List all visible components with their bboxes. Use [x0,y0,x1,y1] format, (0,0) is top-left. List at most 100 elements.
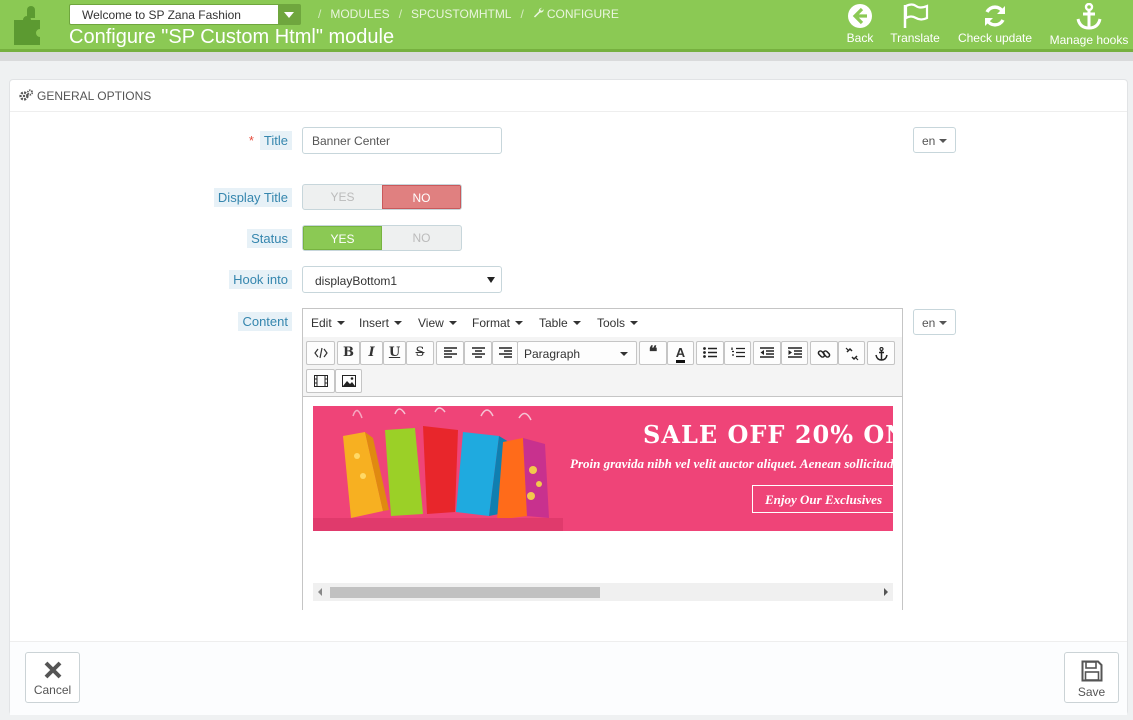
title-language-value: en [922,134,936,148]
status-switch[interactable]: YES NO [302,225,462,251]
banner-button: Enjoy Our Exclusives [752,485,893,513]
breadcrumb-spcustomhtml[interactable]: SPCUSTOMHTML [411,7,511,21]
insert-video-button[interactable] [306,369,335,393]
title-label: Title [259,131,292,150]
display-title-no[interactable]: NO [382,185,461,209]
status-no[interactable]: NO [382,226,461,250]
check-update-label: Check update [957,31,1033,45]
bullet-list-button[interactable] [696,341,724,365]
manage-hooks-label: Manage hooks [1049,33,1129,47]
breadcrumb-configure: CONFIGURE [546,7,619,21]
format-select-value: Paragraph [524,347,581,361]
shopping-bags-image [313,407,563,531]
insert-image-button[interactable] [335,369,362,393]
editor-content-area[interactable]: SALE OFF 20% ON Proin gravida nibh vel v… [303,398,902,610]
save-icon [1081,660,1102,682]
title-language-dropdown[interactable]: en [913,127,956,153]
display-title-yes[interactable]: YES [303,185,382,209]
film-icon [313,375,328,387]
panel-heading: GENERAL OPTIONS [10,80,1127,112]
source-code-button[interactable] [306,341,335,365]
panel-footer: Cancel Save [10,641,1127,715]
caret-down-icon [939,139,947,143]
blockquote-button[interactable]: ❝ [639,341,667,365]
align-right-icon [498,347,512,358]
numbered-list-icon [730,347,745,358]
align-center-button[interactable] [464,341,492,365]
align-left-button[interactable] [436,341,464,365]
hook-label-row: Hook into [229,270,292,289]
page-header: Welcome to SP Zana Fashion / MODULES / S… [0,0,1133,52]
anchor-button[interactable] [867,341,895,365]
title-input-value: Banner Center [312,134,391,148]
caret-down-icon [939,321,947,325]
strikethrough-icon: S [415,345,425,360]
underline-icon: U [388,345,401,360]
outdent-icon [760,347,774,358]
indent-button[interactable] [781,341,808,365]
bold-button[interactable]: B [337,341,360,365]
save-button[interactable]: Save [1064,652,1119,703]
puzzle-icon [14,6,40,45]
hook-label: Hook into [229,270,292,289]
content-language-dropdown[interactable]: en [913,309,956,335]
menu-view[interactable]: View [418,316,457,330]
menu-tools[interactable]: Tools [597,316,638,330]
shop-selector[interactable]: Welcome to SP Zana Fashion [69,4,301,25]
menu-insert[interactable]: Insert [359,316,402,330]
general-options-panel: GENERAL OPTIONS * Title Banner Center en … [9,79,1128,715]
arrow-left-circle-icon [848,4,872,28]
translate-button[interactable]: Translate [887,3,943,47]
manage-hooks-button[interactable]: Manage hooks [1047,3,1131,47]
anchor-icon [874,346,888,361]
chevron-down-icon [278,5,300,24]
scroll-right-icon[interactable] [884,588,888,596]
link-icon [817,350,831,358]
cancel-label: Cancel [33,683,72,697]
menu-table[interactable]: Table [539,316,581,330]
menu-format[interactable]: Format [472,316,523,330]
status-label: Status [247,229,292,248]
title-input[interactable]: Banner Center [302,127,502,154]
panel-title: GENERAL OPTIONS [37,89,152,103]
translate-label: Translate [890,31,940,45]
scroll-left-icon[interactable] [318,588,322,596]
cogs-icon [19,89,33,101]
remove-link-button[interactable] [838,341,865,365]
sale-banner-image: SALE OFF 20% ON Proin gravida nibh vel v… [313,406,893,531]
banner-subtitle: Proin gravida nibh vel velit auctor aliq… [570,456,893,471]
italic-button[interactable]: I [360,341,383,365]
breadcrumb-modules[interactable]: MODULES [330,7,389,21]
hook-select[interactable]: displayBottom1 [302,266,502,293]
strikethrough-button[interactable]: S [406,341,434,365]
display-title-switch[interactable]: YES NO [302,184,462,210]
underline-button[interactable]: U [383,341,406,365]
status-label-row: Status [247,229,292,248]
align-right-button[interactable] [492,341,518,365]
flag-icon [903,3,929,28]
menu-edit[interactable]: Edit [311,316,345,330]
code-icon [313,347,328,359]
content-editor: Edit Insert View Format Table Tools B I … [302,308,903,610]
numbered-list-button[interactable] [724,341,751,365]
save-label: Save [1077,685,1106,699]
outdent-button[interactable] [753,341,781,365]
insert-link-button[interactable] [810,341,838,365]
check-update-button[interactable]: Check update [955,3,1035,47]
format-select[interactable]: Paragraph [517,341,637,365]
wrench-icon [533,7,544,21]
horizontal-scrollbar[interactable] [313,583,893,601]
back-button[interactable]: Back [845,3,875,47]
scrollbar-thumb[interactable] [330,587,600,598]
hook-select-value: displayBottom1 [315,274,398,288]
back-label: Back [846,31,874,45]
indent-icon [787,347,802,358]
title-label-row: * Title [248,131,292,150]
text-color-button[interactable]: A [667,341,694,365]
status-yes[interactable]: YES [303,226,382,250]
quote-icon: ❝ [648,344,658,361]
cancel-button[interactable]: Cancel [25,652,80,703]
breadcrumb: / MODULES / SPCUSTOMHTML / CONFIGURE [318,7,619,21]
display-title-label: Display Title [213,188,292,207]
required-marker: * [248,133,254,148]
